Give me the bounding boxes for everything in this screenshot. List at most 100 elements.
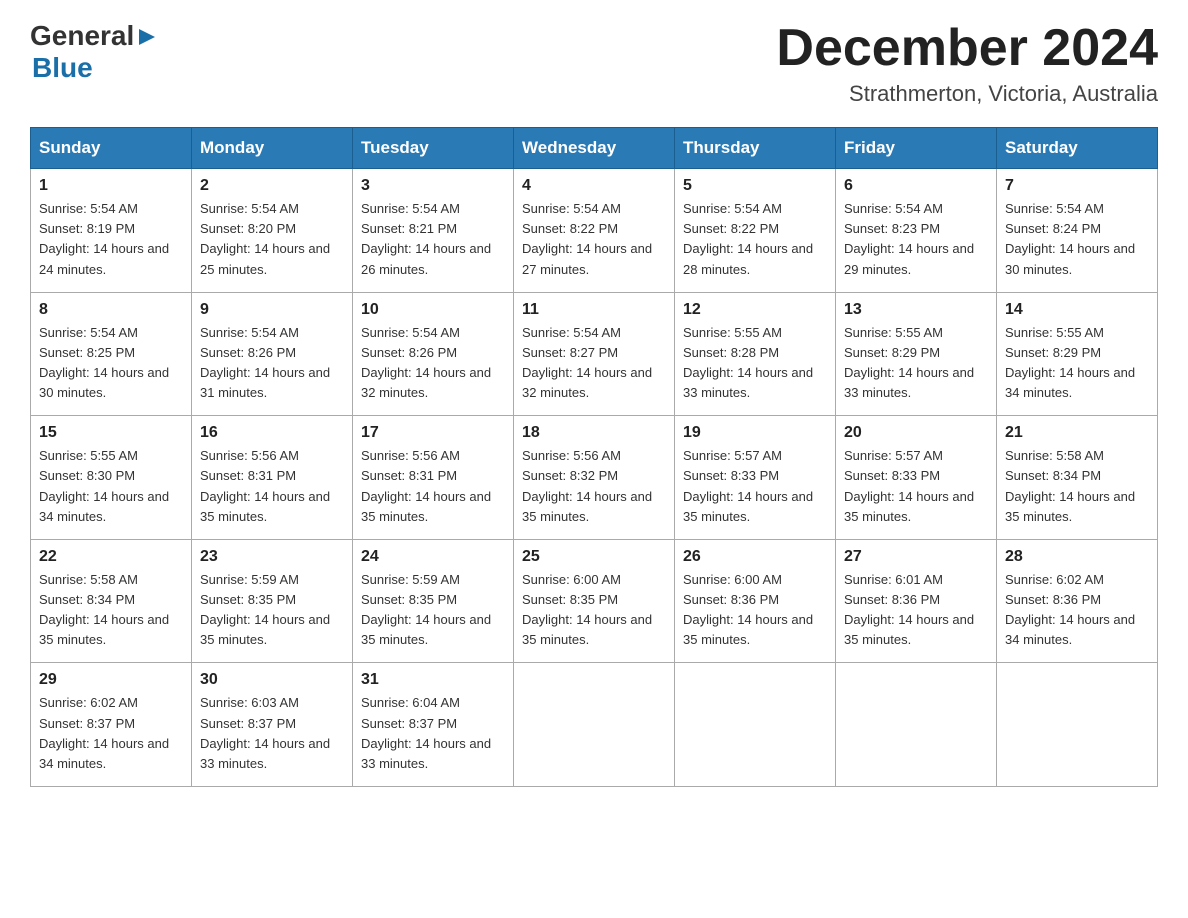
table-row: 22 Sunrise: 5:58 AM Sunset: 8:34 PM Dayl… [31, 539, 192, 663]
day-info: Sunrise: 5:54 AM Sunset: 8:26 PM Dayligh… [361, 323, 505, 404]
location-subtitle: Strathmerton, Victoria, Australia [776, 81, 1158, 107]
day-info: Sunrise: 6:03 AM Sunset: 8:37 PM Dayligh… [200, 693, 344, 774]
day-number: 23 [200, 548, 344, 566]
day-info: Sunrise: 5:57 AM Sunset: 8:33 PM Dayligh… [683, 446, 827, 527]
day-info: Sunrise: 5:55 AM Sunset: 8:29 PM Dayligh… [1005, 323, 1149, 404]
day-number: 14 [1005, 301, 1149, 319]
day-info: Sunrise: 5:54 AM Sunset: 8:27 PM Dayligh… [522, 323, 666, 404]
day-number: 4 [522, 177, 666, 195]
table-row: 27 Sunrise: 6:01 AM Sunset: 8:36 PM Dayl… [836, 539, 997, 663]
table-row: 25 Sunrise: 6:00 AM Sunset: 8:35 PM Dayl… [514, 539, 675, 663]
col-monday: Monday [192, 128, 353, 169]
table-row: 18 Sunrise: 5:56 AM Sunset: 8:32 PM Dayl… [514, 416, 675, 540]
logo-blue-text: Blue [32, 52, 157, 84]
day-info: Sunrise: 5:56 AM Sunset: 8:31 PM Dayligh… [361, 446, 505, 527]
table-row: 11 Sunrise: 5:54 AM Sunset: 8:27 PM Dayl… [514, 292, 675, 416]
calendar-table: Sunday Monday Tuesday Wednesday Thursday… [30, 127, 1158, 787]
day-info: Sunrise: 5:55 AM Sunset: 8:30 PM Dayligh… [39, 446, 183, 527]
table-row: 7 Sunrise: 5:54 AM Sunset: 8:24 PM Dayli… [997, 169, 1158, 293]
table-row: 30 Sunrise: 6:03 AM Sunset: 8:37 PM Dayl… [192, 663, 353, 787]
day-number: 24 [361, 548, 505, 566]
col-saturday: Saturday [997, 128, 1158, 169]
table-row [836, 663, 997, 787]
calendar-week-row: 8 Sunrise: 5:54 AM Sunset: 8:25 PM Dayli… [31, 292, 1158, 416]
day-info: Sunrise: 5:54 AM Sunset: 8:22 PM Dayligh… [522, 199, 666, 280]
day-number: 19 [683, 424, 827, 442]
table-row: 16 Sunrise: 5:56 AM Sunset: 8:31 PM Dayl… [192, 416, 353, 540]
day-info: Sunrise: 5:59 AM Sunset: 8:35 PM Dayligh… [361, 570, 505, 651]
day-number: 8 [39, 301, 183, 319]
day-number: 20 [844, 424, 988, 442]
table-row: 28 Sunrise: 6:02 AM Sunset: 8:36 PM Dayl… [997, 539, 1158, 663]
table-row: 17 Sunrise: 5:56 AM Sunset: 8:31 PM Dayl… [353, 416, 514, 540]
day-number: 22 [39, 548, 183, 566]
day-info: Sunrise: 6:00 AM Sunset: 8:35 PM Dayligh… [522, 570, 666, 651]
day-number: 17 [361, 424, 505, 442]
col-wednesday: Wednesday [514, 128, 675, 169]
page-header: General Blue December 2024 Strathmerton,… [30, 20, 1158, 107]
table-row: 5 Sunrise: 5:54 AM Sunset: 8:22 PM Dayli… [675, 169, 836, 293]
table-row [675, 663, 836, 787]
day-info: Sunrise: 5:59 AM Sunset: 8:35 PM Dayligh… [200, 570, 344, 651]
day-number: 26 [683, 548, 827, 566]
day-number: 1 [39, 177, 183, 195]
col-friday: Friday [836, 128, 997, 169]
day-number: 30 [200, 671, 344, 689]
table-row [997, 663, 1158, 787]
calendar-week-row: 29 Sunrise: 6:02 AM Sunset: 8:37 PM Dayl… [31, 663, 1158, 787]
day-number: 9 [200, 301, 344, 319]
day-info: Sunrise: 5:58 AM Sunset: 8:34 PM Dayligh… [39, 570, 183, 651]
day-info: Sunrise: 6:01 AM Sunset: 8:36 PM Dayligh… [844, 570, 988, 651]
day-number: 3 [361, 177, 505, 195]
day-info: Sunrise: 5:56 AM Sunset: 8:31 PM Dayligh… [200, 446, 344, 527]
day-info: Sunrise: 5:55 AM Sunset: 8:28 PM Dayligh… [683, 323, 827, 404]
table-row: 4 Sunrise: 5:54 AM Sunset: 8:22 PM Dayli… [514, 169, 675, 293]
table-row: 9 Sunrise: 5:54 AM Sunset: 8:26 PM Dayli… [192, 292, 353, 416]
table-row: 21 Sunrise: 5:58 AM Sunset: 8:34 PM Dayl… [997, 416, 1158, 540]
day-number: 6 [844, 177, 988, 195]
day-number: 29 [39, 671, 183, 689]
day-info: Sunrise: 6:04 AM Sunset: 8:37 PM Dayligh… [361, 693, 505, 774]
month-title: December 2024 [776, 20, 1158, 77]
day-number: 7 [1005, 177, 1149, 195]
day-number: 2 [200, 177, 344, 195]
day-number: 27 [844, 548, 988, 566]
day-info: Sunrise: 5:56 AM Sunset: 8:32 PM Dayligh… [522, 446, 666, 527]
day-number: 10 [361, 301, 505, 319]
day-number: 25 [522, 548, 666, 566]
table-row: 1 Sunrise: 5:54 AM Sunset: 8:19 PM Dayli… [31, 169, 192, 293]
day-number: 31 [361, 671, 505, 689]
logo-arrow-icon [137, 27, 157, 52]
day-info: Sunrise: 5:54 AM Sunset: 8:22 PM Dayligh… [683, 199, 827, 280]
title-area: December 2024 Strathmerton, Victoria, Au… [776, 20, 1158, 107]
table-row: 15 Sunrise: 5:55 AM Sunset: 8:30 PM Dayl… [31, 416, 192, 540]
day-info: Sunrise: 5:54 AM Sunset: 8:21 PM Dayligh… [361, 199, 505, 280]
day-info: Sunrise: 5:57 AM Sunset: 8:33 PM Dayligh… [844, 446, 988, 527]
logo-line1: General [30, 20, 157, 52]
day-number: 16 [200, 424, 344, 442]
table-row: 2 Sunrise: 5:54 AM Sunset: 8:20 PM Dayli… [192, 169, 353, 293]
table-row: 24 Sunrise: 5:59 AM Sunset: 8:35 PM Dayl… [353, 539, 514, 663]
table-row: 3 Sunrise: 5:54 AM Sunset: 8:21 PM Dayli… [353, 169, 514, 293]
table-row: 6 Sunrise: 5:54 AM Sunset: 8:23 PM Dayli… [836, 169, 997, 293]
calendar-header-row: Sunday Monday Tuesday Wednesday Thursday… [31, 128, 1158, 169]
day-info: Sunrise: 5:54 AM Sunset: 8:26 PM Dayligh… [200, 323, 344, 404]
table-row: 29 Sunrise: 6:02 AM Sunset: 8:37 PM Dayl… [31, 663, 192, 787]
col-thursday: Thursday [675, 128, 836, 169]
day-info: Sunrise: 5:54 AM Sunset: 8:25 PM Dayligh… [39, 323, 183, 404]
day-number: 12 [683, 301, 827, 319]
table-row: 12 Sunrise: 5:55 AM Sunset: 8:28 PM Dayl… [675, 292, 836, 416]
table-row: 26 Sunrise: 6:00 AM Sunset: 8:36 PM Dayl… [675, 539, 836, 663]
table-row: 13 Sunrise: 5:55 AM Sunset: 8:29 PM Dayl… [836, 292, 997, 416]
calendar-week-row: 22 Sunrise: 5:58 AM Sunset: 8:34 PM Dayl… [31, 539, 1158, 663]
col-sunday: Sunday [31, 128, 192, 169]
day-number: 18 [522, 424, 666, 442]
day-number: 5 [683, 177, 827, 195]
table-row: 31 Sunrise: 6:04 AM Sunset: 8:37 PM Dayl… [353, 663, 514, 787]
day-info: Sunrise: 6:02 AM Sunset: 8:37 PM Dayligh… [39, 693, 183, 774]
day-number: 15 [39, 424, 183, 442]
day-number: 28 [1005, 548, 1149, 566]
logo: General Blue [30, 20, 157, 84]
table-row: 23 Sunrise: 5:59 AM Sunset: 8:35 PM Dayl… [192, 539, 353, 663]
day-info: Sunrise: 6:00 AM Sunset: 8:36 PM Dayligh… [683, 570, 827, 651]
